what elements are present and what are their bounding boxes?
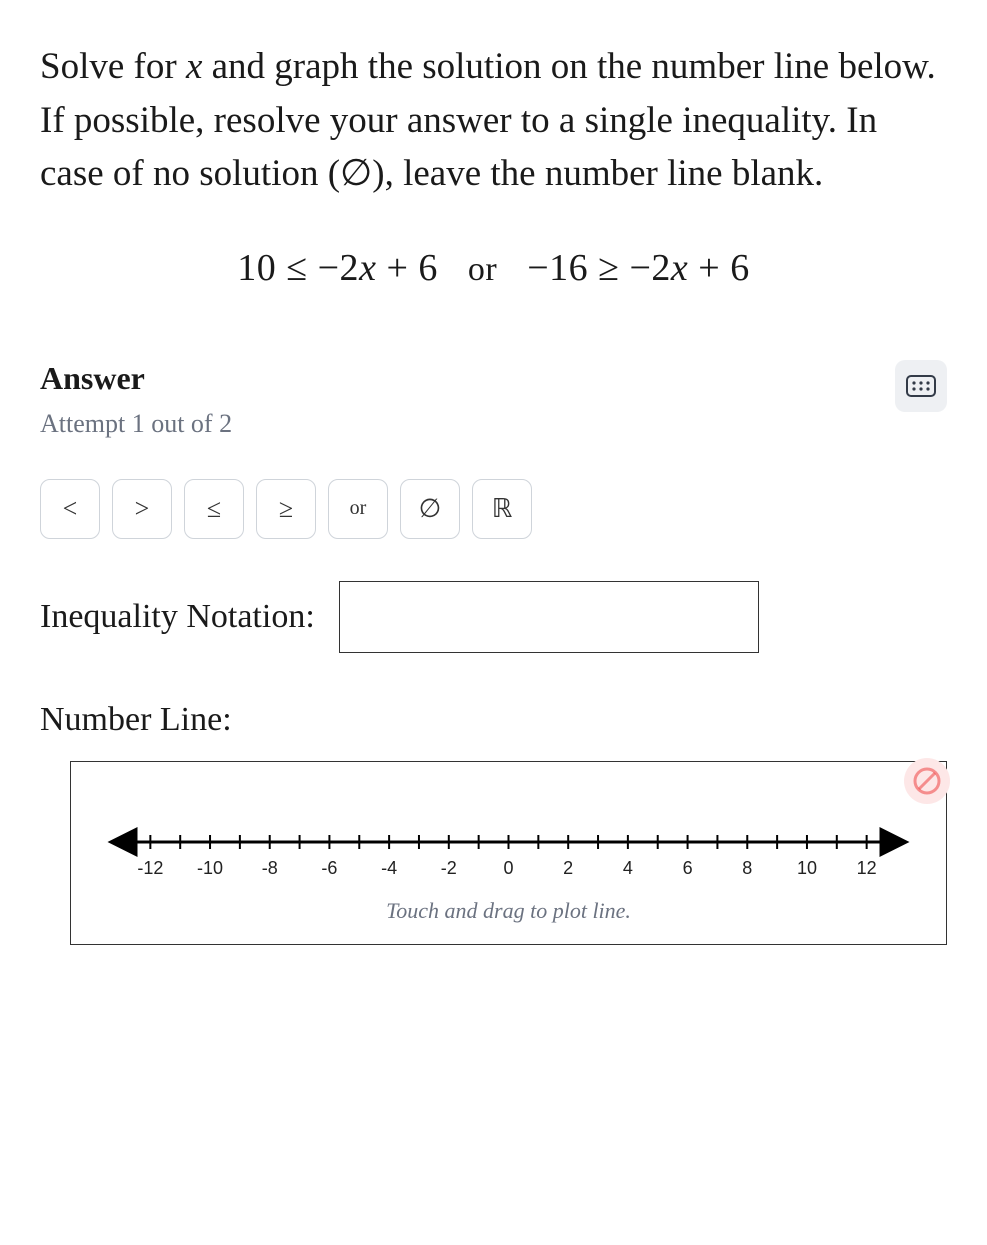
eq-mid1: + 6 (376, 247, 437, 289)
gt-label: > (135, 494, 150, 524)
reals-label: ℝ (492, 494, 513, 524)
inequality-label: Inequality Notation: (40, 598, 315, 636)
tick-label: 6 (683, 858, 693, 878)
eq-part1: 10 ≤ −2 (237, 247, 359, 289)
number-line-caption: Touch and drag to plot line. (81, 898, 936, 924)
tick-label: -8 (262, 858, 278, 878)
eq-or: or (468, 251, 497, 288)
less-than-button[interactable]: < (40, 479, 100, 539)
equation: 10 ≤ −2x + 6 or −16 ≥ −2x + 6 (40, 246, 947, 290)
greater-than-button[interactable]: > (112, 479, 172, 539)
inequality-row: Inequality Notation: (40, 581, 947, 653)
question-pre: Solve for (40, 46, 186, 87)
attempt-counter: Attempt 1 out of 2 (40, 409, 232, 439)
answer-title: Answer (40, 360, 232, 397)
keypad-icon (906, 375, 936, 397)
ge-label: ≥ (279, 494, 293, 524)
empty-label: ∅ (419, 494, 442, 524)
answer-header: Answer Attempt 1 out of 2 (40, 360, 947, 479)
lt-label: < (63, 494, 78, 524)
tick-label: -12 (137, 858, 163, 878)
inequality-input[interactable] (339, 581, 759, 653)
tick-label: -4 (381, 858, 397, 878)
reals-button[interactable]: ℝ (472, 479, 532, 539)
keypad-button[interactable] (895, 360, 947, 412)
question-text: Solve for x and graph the solution on th… (40, 40, 947, 201)
clear-number-line-button[interactable] (904, 758, 950, 804)
tick-label: 12 (857, 858, 877, 878)
no-entry-icon (911, 765, 943, 797)
le-label: ≤ (207, 494, 221, 524)
greater-equal-button[interactable]: ≥ (256, 479, 316, 539)
number-line-label: Number Line: (40, 701, 947, 739)
empty-set-button[interactable]: ∅ (400, 479, 460, 539)
tick-label: -10 (197, 858, 223, 878)
question-var-x: x (186, 46, 202, 87)
eq-part2: −16 ≥ −2 (527, 247, 671, 289)
eq-var2: x (671, 247, 688, 289)
tick-label: 0 (503, 858, 513, 878)
tick-label: 8 (742, 858, 752, 878)
tick-label: 10 (797, 858, 817, 878)
eq-var1: x (359, 247, 376, 289)
number-line-canvas[interactable]: -12 -10 -8 -6 -4 -2 0 2 4 6 8 10 12 (81, 802, 936, 892)
tick-label: 2 (563, 858, 573, 878)
number-line-frame: -12 -10 -8 -6 -4 -2 0 2 4 6 8 10 12 Touch and drag t… (70, 761, 947, 945)
symbol-toolbar: < > ≤ ≥ or ∅ ℝ (40, 479, 947, 539)
less-equal-button[interactable]: ≤ (184, 479, 244, 539)
tick-label: 4 (623, 858, 633, 878)
eq-mid2: + 6 (688, 247, 749, 289)
or-label: or (350, 497, 367, 520)
tick-label: -6 (321, 858, 337, 878)
tick-label: -2 (441, 858, 457, 878)
or-button[interactable]: or (328, 479, 388, 539)
